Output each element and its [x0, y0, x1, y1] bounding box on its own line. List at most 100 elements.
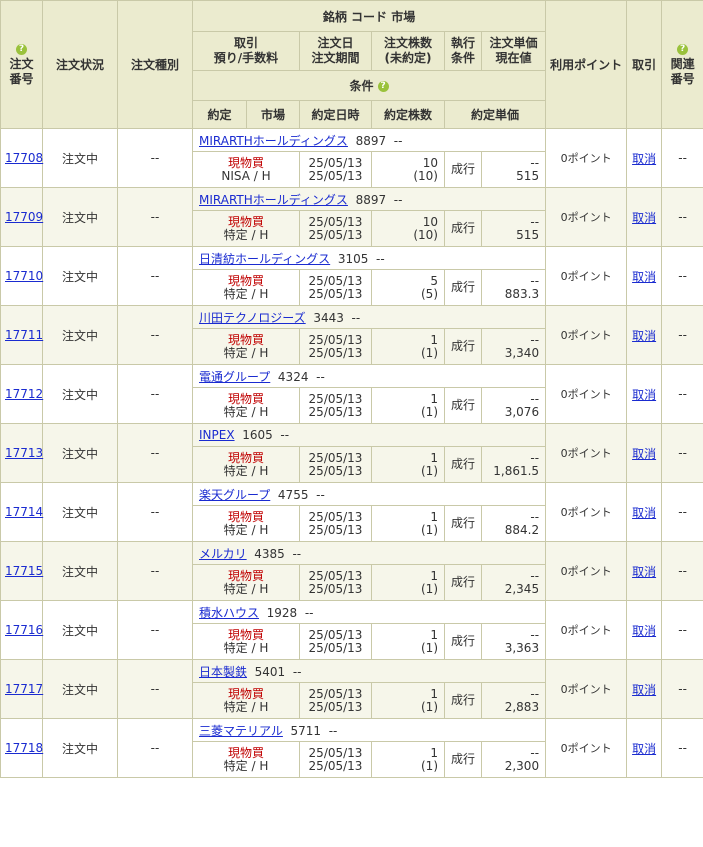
trade-cell: 現物買 特定 / H: [192, 741, 300, 778]
trade-cell: 現物買 特定 / H: [192, 328, 300, 365]
help-icon[interactable]: ?: [16, 44, 27, 55]
qty-cell: 1 (1): [371, 328, 445, 365]
trade-type: 現物買: [227, 568, 264, 583]
order-number-link[interactable]: 17708: [5, 151, 43, 165]
stock-name-link[interactable]: 積水ハウス: [199, 606, 259, 620]
price-cell: -- 3,076: [480, 387, 547, 424]
related-number: --: [661, 187, 703, 247]
related-number: --: [661, 718, 703, 778]
account-type: 特定 / H: [223, 581, 269, 596]
account-type: 特定 / H: [223, 640, 269, 655]
exec-condition: 成行: [444, 741, 482, 778]
points-value: 0ポイント: [545, 364, 628, 424]
date-cell: 25/05/13 25/05/13: [299, 387, 372, 424]
cancel-link[interactable]: 取消: [632, 506, 656, 520]
related-number: --: [661, 364, 703, 424]
cancel-link[interactable]: 取消: [632, 329, 656, 343]
points-value: 0ポイント: [545, 187, 628, 247]
points-value: 0ポイント: [545, 718, 628, 778]
stock-info: 日清紡ホールディングス 3105 --: [191, 246, 547, 270]
qty-cell: 10 (10): [371, 210, 445, 247]
order-status: 注文中: [42, 187, 118, 247]
order-row: 17715 注文中 -- メルカリ 4385 -- 0ポイント 取消 --: [0, 541, 703, 601]
points-value: 0ポイント: [545, 482, 628, 542]
order-number-link[interactable]: 17715: [5, 564, 43, 578]
trade-cell: 現物買 特定 / H: [192, 564, 300, 601]
related-number: --: [661, 541, 703, 601]
related-number: --: [661, 482, 703, 542]
order-number-link[interactable]: 17710: [5, 269, 43, 283]
qty-cell: 1 (1): [371, 682, 445, 719]
stock-market: --: [376, 251, 385, 266]
stock-name-link[interactable]: 日本製鉄: [199, 665, 247, 679]
trade-cell: 現物買 特定 / H: [192, 446, 300, 483]
points-value: 0ポイント: [545, 246, 628, 306]
account-type: 特定 / H: [223, 227, 269, 242]
order-number-link[interactable]: 17712: [5, 387, 43, 401]
stock-name-link[interactable]: MIRARTHホールディングス: [199, 193, 348, 207]
stock-market: --: [304, 605, 314, 620]
stock-name-link[interactable]: MIRARTHホールディングス: [199, 134, 348, 148]
help-icon[interactable]: ?: [677, 44, 689, 55]
col-exec: 執行 条件: [444, 31, 482, 71]
help-icon[interactable]: ?: [377, 81, 389, 92]
stock-name-link[interactable]: 電通グループ: [199, 370, 270, 384]
stock-market: --: [328, 723, 338, 738]
stock-name-link[interactable]: 楽天グループ: [199, 488, 270, 502]
exec-condition: 成行: [444, 328, 482, 365]
exec-condition: 成行: [444, 564, 482, 601]
date-cell: 25/05/13 25/05/13: [299, 269, 372, 306]
stock-market: --: [316, 487, 325, 502]
stock-name-link[interactable]: INPEX: [199, 428, 235, 442]
cancel-link[interactable]: 取消: [632, 565, 656, 579]
cancel-link[interactable]: 取消: [632, 742, 656, 756]
stock-name-link[interactable]: 三菱マテリアル: [199, 724, 283, 738]
stock-market: --: [393, 192, 403, 207]
trade-type: 現物買: [227, 686, 264, 701]
order-number-link[interactable]: 17716: [5, 623, 43, 637]
stock-info: 電通グループ 4324 --: [191, 364, 547, 388]
price-cell: -- 3,340: [480, 328, 547, 365]
cancel-link[interactable]: 取消: [632, 211, 656, 225]
order-row: 17712 注文中 -- 電通グループ 4324 -- 0ポイント 取消 --: [0, 364, 703, 424]
stock-info: 川田テクノロジーズ 3443 --: [191, 305, 547, 329]
stock-name-link[interactable]: 日清紡ホールディングス: [199, 252, 330, 266]
price-cell: -- 883.3: [480, 269, 547, 306]
price-cell: -- 2,300: [480, 741, 547, 778]
order-row: 17716 注文中 -- 積水ハウス 1928 -- 0ポイント 取消 --: [0, 600, 703, 660]
stock-name-link[interactable]: メルカリ: [199, 547, 247, 561]
stock-code: 8897: [355, 192, 387, 207]
date-cell: 25/05/13 25/05/13: [299, 210, 372, 247]
qty-cell: 1 (1): [371, 446, 445, 483]
cancel-link[interactable]: 取消: [632, 683, 656, 697]
price-cell: -- 1,861.5: [480, 446, 547, 483]
order-number-link[interactable]: 17713: [5, 446, 43, 460]
order-type: --: [117, 541, 193, 601]
points-value: 0ポイント: [545, 423, 628, 483]
cancel-link[interactable]: 取消: [632, 152, 656, 166]
cancel-link[interactable]: 取消: [632, 388, 656, 402]
order-number-link[interactable]: 17709: [5, 210, 43, 224]
stock-code: 5401: [254, 664, 286, 679]
stock-info: MIRARTHホールディングス 8897 --: [191, 187, 547, 211]
account-type: 特定 / H: [223, 758, 269, 773]
order-number-link[interactable]: 17718: [5, 741, 43, 755]
order-number-link[interactable]: 17711: [5, 328, 43, 342]
col-price: 注文単価 現在値: [480, 31, 547, 71]
account-type: 特定 / H: [223, 286, 269, 301]
related-number: --: [661, 600, 703, 660]
qty-cell: 5 (5): [371, 269, 445, 306]
order-number-link[interactable]: 17717: [5, 682, 43, 696]
cancel-link[interactable]: 取消: [632, 624, 656, 638]
stock-code: 4755: [277, 487, 309, 502]
order-row: 17713 注文中 -- INPEX 1605 -- 0ポイント 取消 --: [0, 423, 703, 483]
trade-type: 現物買: [227, 332, 264, 347]
trade-cell: 現物買 特定 / H: [192, 387, 300, 424]
cancel-link[interactable]: 取消: [632, 270, 656, 284]
order-status: 注文中: [42, 600, 118, 660]
cancel-link[interactable]: 取消: [632, 447, 656, 461]
account-type: 特定 / H: [223, 522, 269, 537]
stock-name-link[interactable]: 川田テクノロジーズ: [199, 311, 306, 325]
col-yakujo-price: 約定単価: [443, 100, 547, 129]
order-number-link[interactable]: 17714: [5, 505, 43, 519]
